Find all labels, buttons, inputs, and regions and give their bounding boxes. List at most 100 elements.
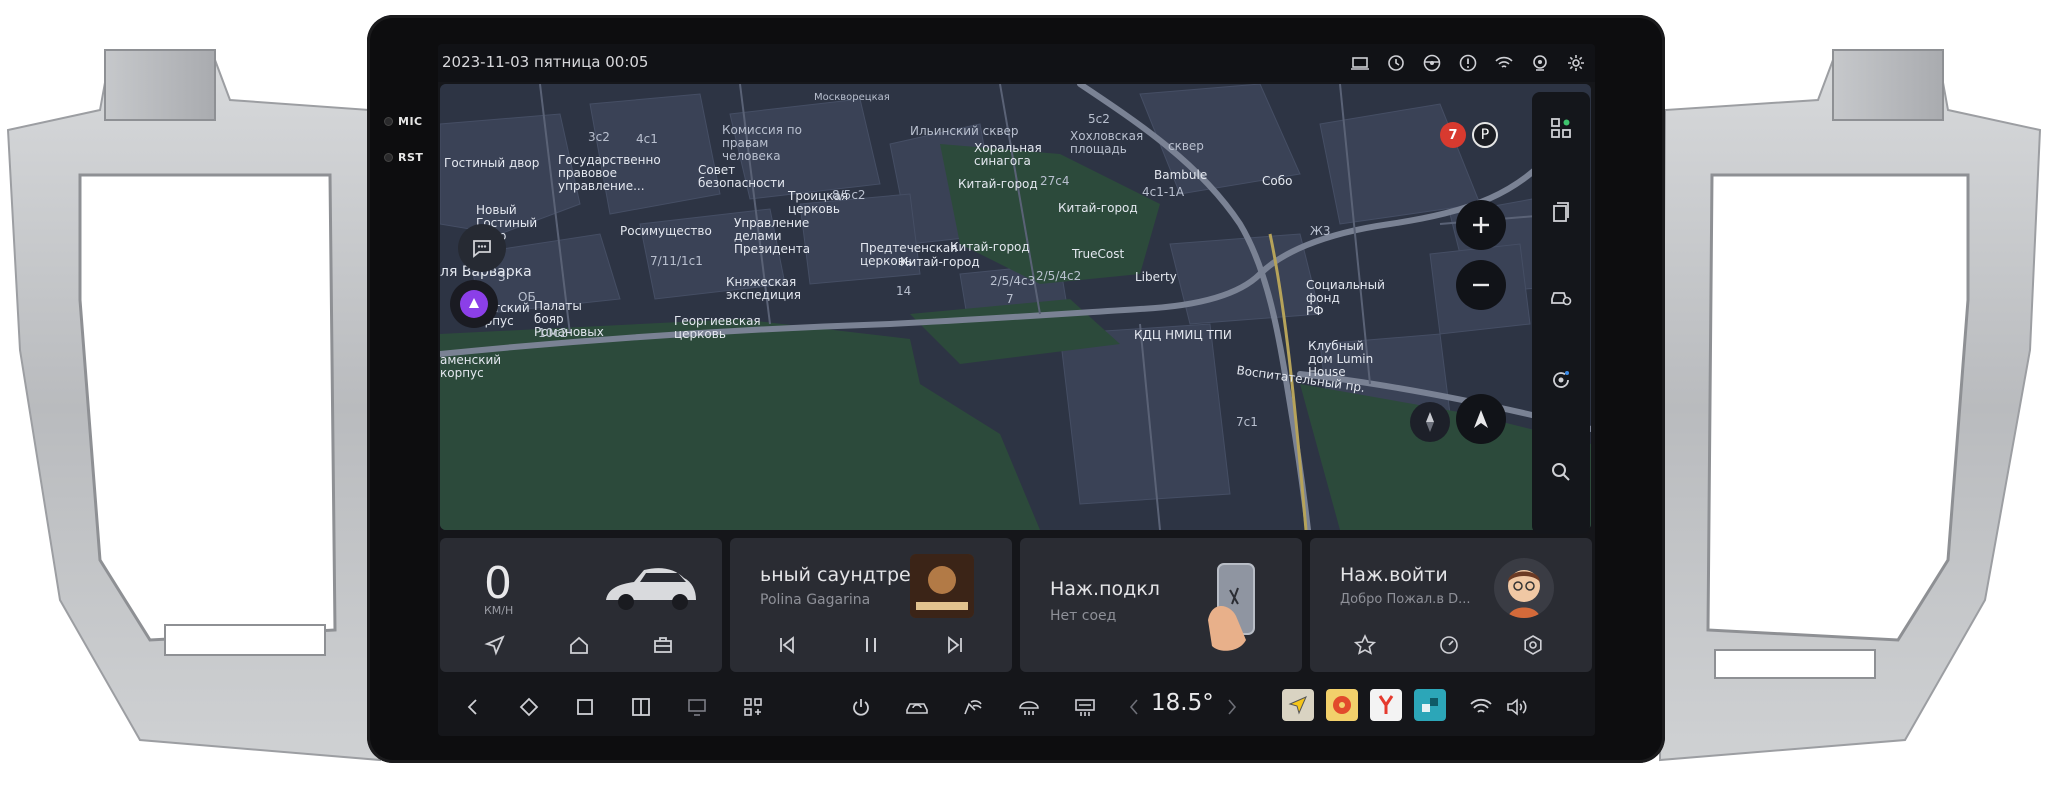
zoom-out-button[interactable]	[1456, 260, 1506, 310]
map-label: Управление делами Президента	[734, 216, 811, 256]
right-rail	[1532, 92, 1590, 534]
map-label: 5с2	[1088, 112, 1110, 126]
map-label: Ж3	[1310, 224, 1331, 238]
alert-icon[interactable]	[1455, 50, 1481, 76]
map-label: сквер	[1168, 139, 1204, 153]
cards-icon[interactable]	[1547, 198, 1575, 226]
account-welcome: Добро Пожал.в D...	[1340, 592, 1471, 607]
temp-down-icon[interactable]	[1124, 692, 1144, 722]
briefcase-icon[interactable]	[648, 630, 678, 660]
speed-widget[interactable]: 0 КМ/Н	[440, 538, 722, 672]
reset-label: RST	[398, 151, 424, 164]
speed-value: 0	[484, 558, 512, 609]
map-label: TrueCost	[1072, 247, 1125, 261]
map-label: Китай-город	[958, 177, 1038, 191]
pause-button[interactable]	[856, 630, 886, 660]
next-track-button[interactable]	[940, 630, 970, 660]
front-defrost-icon[interactable]	[1014, 692, 1044, 722]
zoom-in-button[interactable]	[1456, 200, 1506, 250]
map-label: Государственно правовое управление...	[558, 153, 661, 193]
phone-connect-status: Нет соед	[1050, 608, 1117, 624]
map-label: 4с1-1А	[1142, 185, 1185, 199]
seat-airflow-icon[interactable]	[958, 692, 988, 722]
wifi-icon[interactable]	[1491, 50, 1517, 76]
star-icon[interactable]	[1350, 630, 1380, 660]
navigator-app-icon[interactable]	[1282, 689, 1314, 721]
compass-icon[interactable]	[1410, 402, 1450, 442]
map-label: Ильинский сквер	[910, 124, 1019, 138]
map-label: Хоральная синагога	[974, 141, 1042, 168]
maps-app-icon[interactable]	[1414, 689, 1446, 721]
webcam-icon[interactable]	[1527, 50, 1553, 76]
my-location-arrow-icon[interactable]	[1456, 394, 1506, 444]
voice-assistant-icon[interactable]	[450, 280, 498, 328]
steering-wheel-icon[interactable]	[1419, 50, 1445, 76]
bottom-dock: 18.5°	[438, 678, 1595, 736]
map-label: аменский корпус	[440, 353, 502, 380]
map-label: КДЦ НМИЦ ТПИ	[1134, 328, 1232, 342]
map-label: 7	[1006, 292, 1014, 306]
account-widget[interactable]: Наж.войти Добро Пожал.в D...	[1310, 538, 1592, 672]
phone-widget[interactable]: Наж.подкл Нет соед	[1020, 538, 1302, 672]
avatar[interactable]	[1494, 558, 1554, 618]
gear-icon[interactable]	[1518, 630, 1548, 660]
map-label: 10с2	[538, 326, 568, 340]
map-label: Хохловская площадь	[1070, 129, 1144, 156]
history-icon[interactable]	[1383, 50, 1409, 76]
home-diamond-icon[interactable]	[514, 692, 544, 722]
car-recirculation-icon[interactable]	[902, 692, 932, 722]
status-datetime: 2023-11-03 пятница 00:05	[442, 53, 649, 71]
chat-bubble-icon[interactable]	[458, 224, 506, 272]
reset-dot[interactable]	[384, 153, 393, 162]
map-label: Георгиевская церковь	[674, 314, 761, 341]
map-label: 8/5с2	[832, 188, 866, 202]
map-label: Китай-город	[1058, 201, 1138, 215]
music-widget[interactable]: ьный саундтре Polina Gagarina	[730, 538, 1012, 672]
map-label: Клубный дом Lumin House	[1308, 339, 1374, 379]
map-label: ОБ	[518, 290, 536, 304]
map-label: Китай-город	[900, 255, 980, 269]
navigate-icon[interactable]	[480, 630, 510, 660]
apps-plus-icon[interactable]	[738, 692, 768, 722]
wifi-icon[interactable]	[1466, 692, 1496, 722]
account-login-title: Наж.войти	[1340, 564, 1448, 586]
map-label: Княжеская экспедиция	[726, 275, 801, 302]
recent-apps-icon[interactable]	[570, 692, 600, 722]
track-artist: Polina Gagarina	[760, 592, 871, 608]
phone-in-hand-icon	[1200, 560, 1270, 656]
map-label: Китай-город	[950, 240, 1030, 254]
settings-icon[interactable]	[1563, 50, 1589, 76]
refresh-camera-icon[interactable]	[1547, 366, 1575, 394]
track-title: ьный саундтре	[760, 564, 911, 586]
previous-track-button[interactable]	[772, 630, 802, 660]
laptop-icon[interactable]	[1347, 50, 1373, 76]
power-icon[interactable]	[846, 692, 876, 722]
home-icon[interactable]	[564, 630, 594, 660]
car-service-icon[interactable]	[1547, 282, 1575, 310]
map-label: Москворецкая	[814, 92, 890, 103]
parking-icon[interactable]: P	[1472, 122, 1498, 148]
rear-defrost-icon[interactable]	[1070, 692, 1100, 722]
map-label: Собо	[1262, 174, 1293, 188]
screen-mirror-icon[interactable]	[682, 692, 712, 722]
map-label: 2/5/4с2	[1036, 269, 1082, 283]
car-image	[600, 558, 700, 618]
map-label: Bambule	[1154, 168, 1208, 182]
album-cover	[910, 554, 974, 618]
speed-unit: КМ/Н	[484, 604, 514, 617]
map-label: Совет безопасности	[698, 163, 785, 190]
temp-up-icon[interactable]	[1222, 692, 1242, 722]
back-icon[interactable]	[458, 692, 488, 722]
volume-icon[interactable]	[1502, 692, 1532, 722]
navigation-map[interactable]: Гостиный двор Государственно правовое уп…	[440, 84, 1591, 530]
map-label: 3с2	[588, 130, 610, 144]
search-icon[interactable]	[1547, 458, 1575, 486]
split-screen-icon[interactable]	[626, 692, 656, 722]
yandex-app-icon[interactable]	[1370, 689, 1402, 721]
phone-connect-title: Наж.подкл	[1050, 578, 1160, 600]
music-app-icon[interactable]	[1326, 689, 1358, 721]
screen: 2023-11-03 пятница 00:05 Гостиный двор Г…	[438, 44, 1595, 736]
map-label: 27с4	[1040, 174, 1070, 188]
speedometer-icon[interactable]	[1434, 630, 1464, 660]
apps-grid-icon[interactable]	[1547, 114, 1575, 142]
